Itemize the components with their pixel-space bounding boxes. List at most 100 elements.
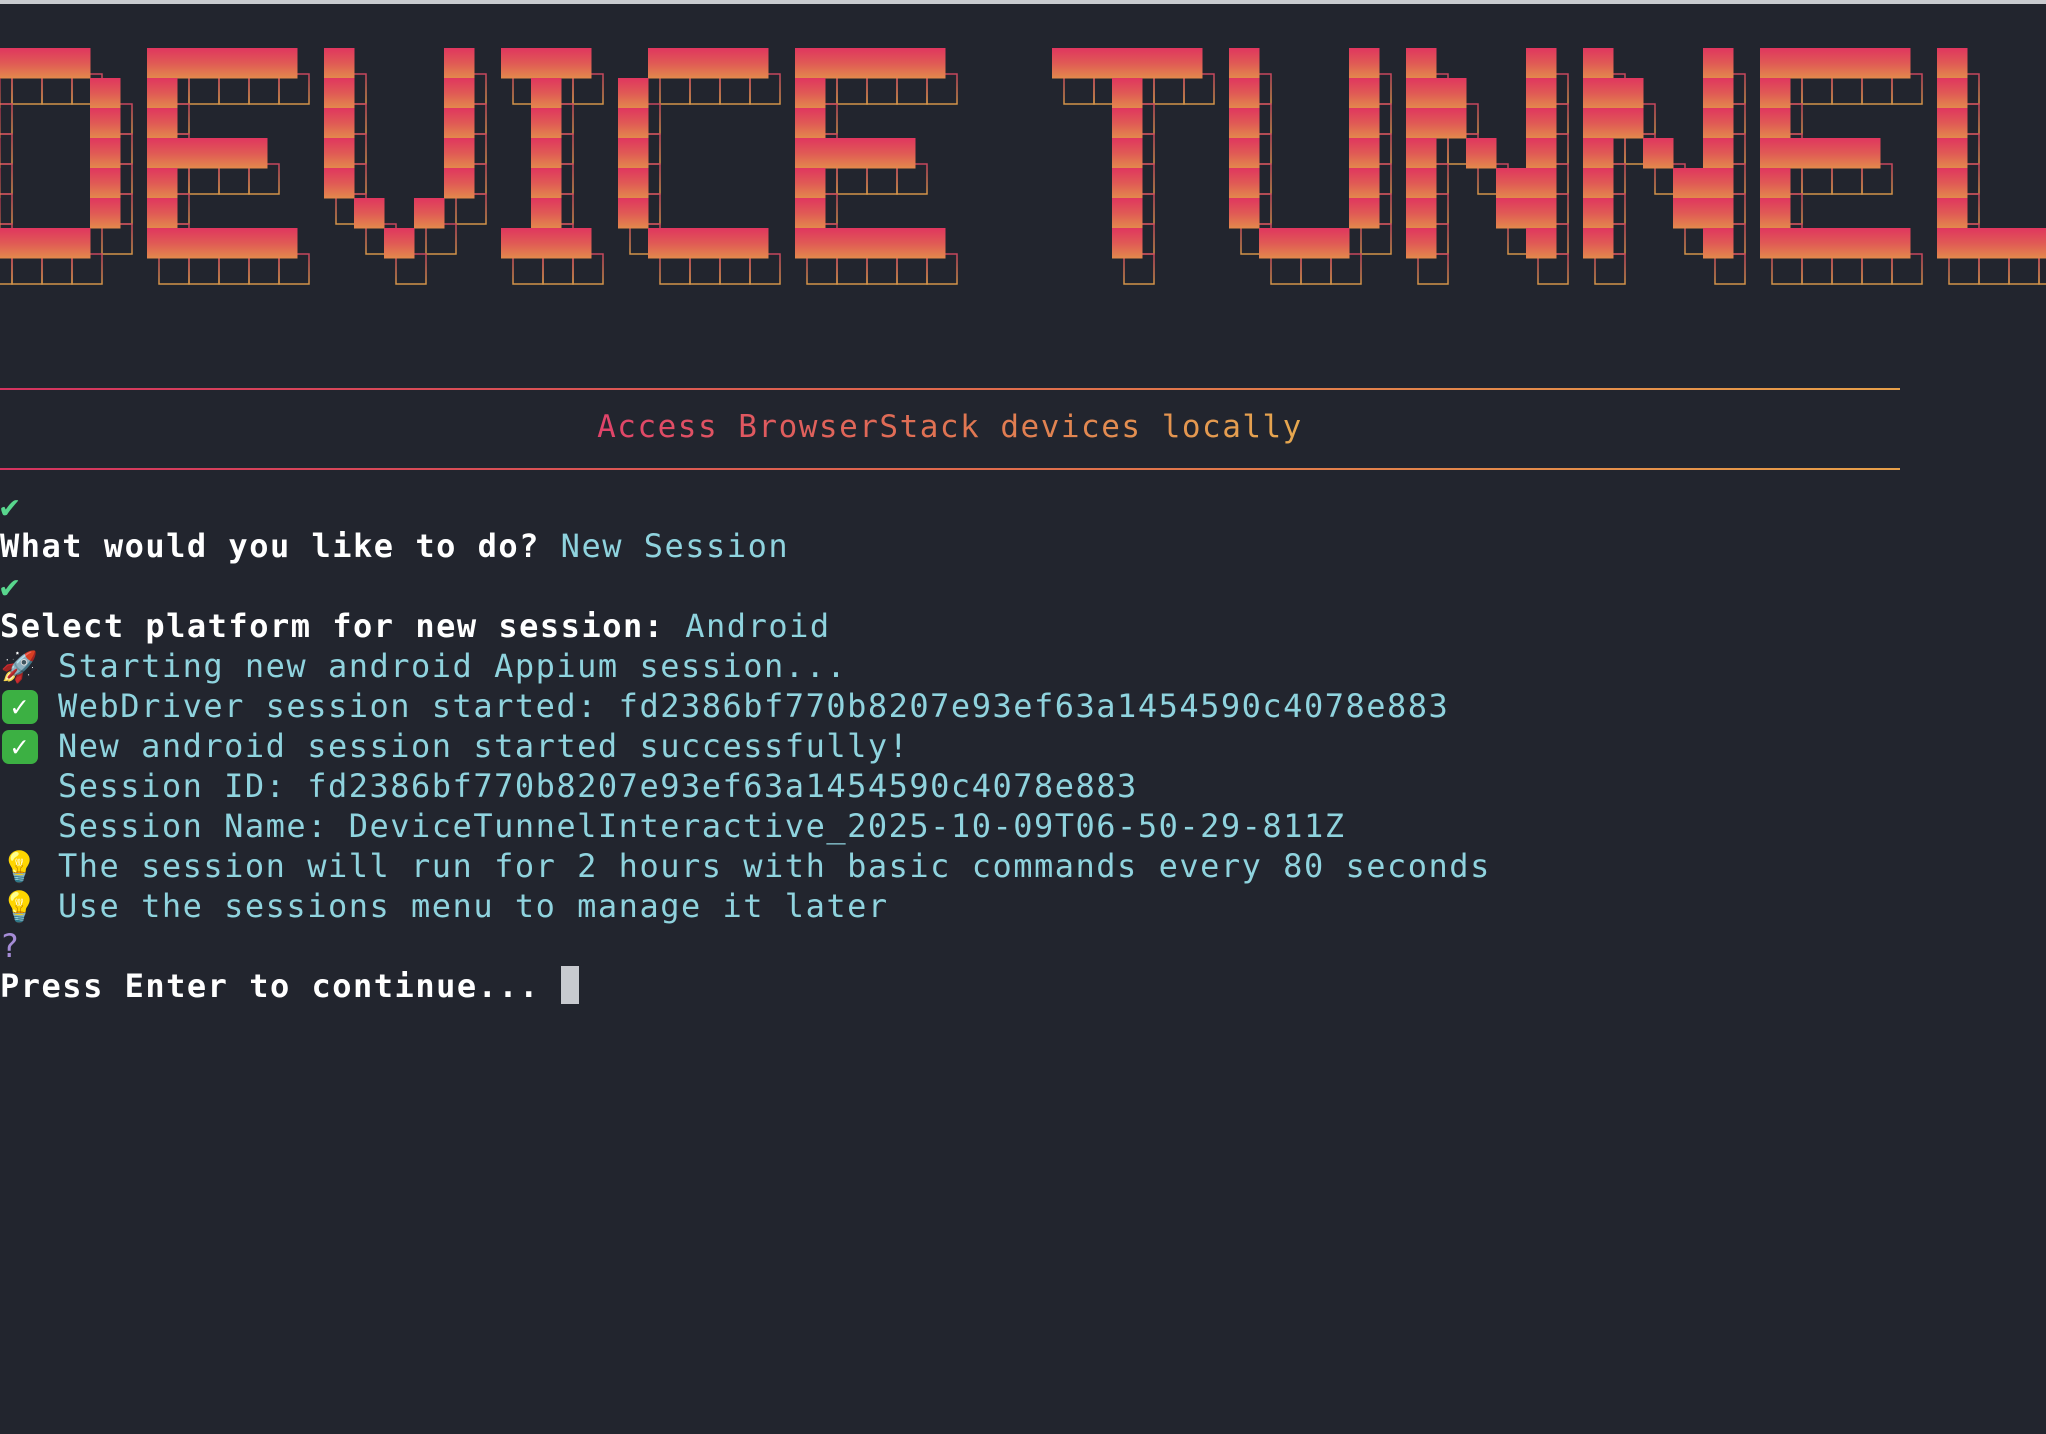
banner-pixel: [207, 228, 238, 259]
banner-pixel: [1583, 48, 1614, 79]
banner-pixel: [885, 138, 916, 169]
banner-pixel: [531, 48, 562, 79]
banner-pixel: [1406, 48, 1437, 79]
banner-pixel: [885, 228, 916, 259]
banner-pixel: [1526, 198, 1557, 229]
banner-pixel: [1937, 228, 1968, 259]
banner-pixel: [60, 228, 91, 259]
banner-pixel: [795, 228, 826, 259]
banner-pixel: [795, 198, 826, 229]
banner-pixel: [708, 228, 739, 259]
banner-pixel: [1790, 138, 1821, 169]
banner-pixel-outline: [0, 163, 13, 195]
banner-pixel: [324, 48, 355, 79]
banner-pixel: [531, 78, 562, 109]
banner-pixel: [1820, 138, 1851, 169]
banner-pixel: [1760, 168, 1791, 199]
log-session-name: Session Name: DeviceTunnelInteractive_20…: [0, 806, 1345, 846]
banner-pixel: [501, 228, 532, 259]
banner-pixel: [795, 48, 826, 79]
banner-pixel: [1880, 48, 1911, 79]
banner-pixel: [177, 138, 208, 169]
banner-pixel: [324, 108, 355, 139]
banner-pixel: [1112, 228, 1143, 259]
check-box-icon: ✓: [2, 729, 38, 764]
lightbulb-icon: 💡: [0, 850, 40, 885]
session-id-text: Session ID: fd2386bf770b8207e93ef63a1454…: [58, 767, 1138, 805]
banner-pixel: [1406, 228, 1437, 259]
banner-pixel: [1436, 108, 1467, 139]
banner-pixel: [1436, 78, 1467, 109]
log-success: ✓ New android session started successfull…: [0, 726, 909, 766]
banner-pixel: [855, 138, 886, 169]
banner-pixel: [855, 228, 886, 259]
banner-pixel: [825, 48, 856, 79]
banner-pixel: [1349, 168, 1380, 199]
prompt-2-line: Select platform for new session: Android: [0, 606, 831, 646]
banner-pixel: [1259, 228, 1290, 259]
banner-pixel: [1583, 198, 1614, 229]
log-text: Starting new android Appium session...: [58, 647, 848, 685]
banner-pixel: [237, 228, 268, 259]
banner-pixel: [795, 108, 826, 139]
banner-pixel: [915, 228, 946, 259]
banner-pixel: [618, 198, 649, 229]
banner-pixel: [1229, 108, 1260, 139]
banner-pixel: [1526, 138, 1557, 169]
banner-pixel: [90, 78, 121, 109]
banner-pixel: [618, 168, 649, 199]
banner-pixel: [1583, 78, 1614, 109]
terminal-cursor[interactable]: [560, 966, 579, 1004]
banner-pixel: [1850, 228, 1881, 259]
banner-pixel: [1937, 108, 1968, 139]
log-webdriver: ✓ WebDriver session started: fd2386bf770b…: [0, 686, 1449, 726]
banner-pixel: [1760, 228, 1791, 259]
banner-pixel: [1790, 228, 1821, 259]
prompt-answer: Android: [685, 607, 831, 645]
check-mark-icon: ✔: [0, 487, 21, 525]
banner-pixel: [738, 48, 769, 79]
banner-pixel: [1112, 138, 1143, 169]
banner-pixel: [1643, 138, 1674, 169]
banner-pixel: [1820, 228, 1851, 259]
banner-pixel: [267, 228, 298, 259]
prompt-2-check: ✔: [0, 566, 21, 606]
banner-pixel: [1673, 168, 1704, 199]
banner-pixel: [1172, 48, 1203, 79]
banner-pixel: [147, 108, 178, 139]
banner-pixel: [1349, 108, 1380, 139]
banner-pixel: [207, 48, 238, 79]
banner-pixel: [1937, 48, 1968, 79]
banner-subtitle: Access BrowserStack devices locally: [597, 409, 1303, 445]
banner-pixel: [237, 138, 268, 169]
banner-pixel: [1583, 228, 1614, 259]
question-mark-icon: ?: [0, 927, 21, 965]
banner-pixel: [177, 48, 208, 79]
banner-pixel: [648, 48, 679, 79]
banner-pixel: [147, 78, 178, 109]
banner-rule-top: [0, 388, 1900, 390]
banner-pixel: [855, 48, 886, 79]
banner-pixel: [1850, 48, 1881, 79]
banner-pixel: [531, 138, 562, 169]
banner-pixel: [531, 168, 562, 199]
banner-pixel: [1112, 108, 1143, 139]
banner-pixel: [30, 228, 61, 259]
banner-pixel: [1526, 108, 1557, 139]
log-text: WebDriver session started: fd2386bf770b8…: [58, 687, 1450, 725]
banner-pixel: [1703, 138, 1734, 169]
banner-pixel: [795, 78, 826, 109]
banner-pixel: [1349, 78, 1380, 109]
log-starting: 🚀 Starting new android Appium session...: [0, 646, 847, 686]
banner-pixel: [1349, 198, 1380, 229]
banner-pixel: [1703, 108, 1734, 139]
banner-pixel: [0, 108, 1, 139]
banner-pixel: [1937, 168, 1968, 199]
banner-pixel: [1703, 228, 1734, 259]
prompt-1-check: ✔: [0, 486, 21, 526]
banner-pixel: [1583, 108, 1614, 139]
banner-pixel: [1967, 228, 1998, 259]
lightbulb-icon: 💡: [0, 890, 40, 925]
continue-prompt[interactable]: Press Enter to continue...: [0, 966, 579, 1006]
banner-pixel: [267, 48, 298, 79]
